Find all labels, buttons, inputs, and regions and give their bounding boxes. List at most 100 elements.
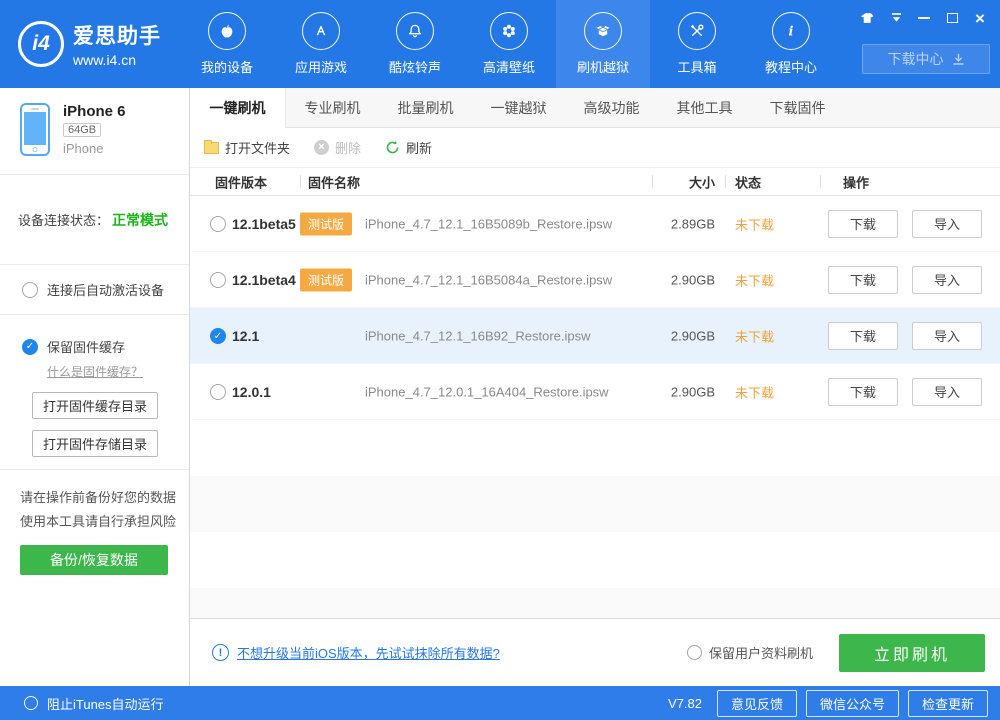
delete-button[interactable]: × 删除	[314, 138, 361, 157]
open-storage-dir-button[interactable]: 打开固件存储目录	[32, 430, 158, 457]
nav-label: 工具箱	[677, 57, 716, 76]
app-version: V7.82	[668, 696, 702, 711]
refresh-icon	[385, 140, 400, 155]
open-cache-dir-button[interactable]: 打开固件缓存目录	[32, 392, 158, 419]
firmware-row-selected[interactable]: ✓ 12.1 iPhone_4.7_12.1_16B92_Restore.ips…	[190, 308, 1000, 364]
open-folder-label: 打开文件夹	[225, 138, 290, 157]
tab-bar: 一键刷机 专业刷机 批量刷机 一键越狱 高级功能 其他工具 下载固件	[190, 88, 1000, 128]
tab-advanced[interactable]: 高级功能	[565, 88, 658, 127]
import-button[interactable]: 导入	[912, 266, 982, 294]
flash-action-bar: ! 不想升级当前iOS版本，先试试抹除所有数据? 保留用户资料刷机 立即刷机	[190, 618, 1000, 686]
firmware-name: iPhone_4.7_12.1_16B92_Restore.ipsw	[365, 328, 591, 343]
firmware-row[interactable]: 12.1beta5 测试版 iPhone_4.7_12.1_16B5089b_R…	[190, 196, 1000, 252]
firmware-version: 12.1beta4	[232, 272, 296, 288]
minimize-icon[interactable]	[912, 8, 936, 28]
col-firmware-version: 固件版本	[215, 172, 267, 191]
check-update-button[interactable]: 检查更新	[908, 690, 988, 717]
auto-activate-radio[interactable]	[22, 282, 38, 298]
firmware-row[interactable]: 12.1beta4 测试版 iPhone_4.7_12.1_16B5084a_R…	[190, 252, 1000, 308]
table-header: 固件版本 固件名称 大小 状态 操作	[190, 168, 1000, 196]
col-status: 状态	[735, 172, 761, 191]
tab-other-tools[interactable]: 其他工具	[658, 88, 751, 127]
row-radio[interactable]	[210, 272, 226, 288]
firmware-status: 未下载	[735, 214, 774, 233]
info-exclamation-icon: !	[212, 644, 229, 661]
backup-restore-button[interactable]: 备份/恢复数据	[20, 545, 168, 575]
tab-pro-flash[interactable]: 专业刷机	[286, 88, 379, 127]
wechat-button[interactable]: 微信公众号	[806, 690, 899, 717]
open-folder-button[interactable]: 打开文件夹	[204, 138, 290, 157]
maximize-icon[interactable]	[940, 8, 964, 28]
keep-user-data-label: 保留用户资料刷机	[709, 643, 813, 662]
download-center-button[interactable]: 下载中心	[862, 44, 990, 74]
connection-label: 设备连接状态：	[18, 210, 109, 229]
connection-status-panel: 设备连接状态： 正常模式	[0, 175, 189, 265]
keep-cache-option[interactable]: ✓ 保留固件缓存	[22, 337, 189, 356]
sidebar: iPhone 6 64GB iPhone 设备连接状态： 正常模式 连接后自动激…	[0, 88, 190, 686]
nav-label: 我的设备	[201, 57, 253, 76]
nav-label: 刷机越狱	[577, 57, 629, 76]
nav-item-flash-jailbreak[interactable]: 刷机越狱	[556, 0, 650, 88]
nav-item-ringtones[interactable]: 酷炫铃声	[368, 0, 462, 88]
warning-line-2: 使用本工具请自行承担风险	[20, 510, 189, 534]
firmware-cache-panel: ✓ 保留固件缓存 什么是固件缓存？ 打开固件缓存目录 打开固件存储目录	[0, 315, 189, 470]
tab-batch-flash[interactable]: 批量刷机	[379, 88, 472, 127]
refresh-label: 刷新	[406, 138, 432, 157]
import-button[interactable]: 导入	[912, 210, 982, 238]
info-icon: i	[772, 12, 810, 50]
firmware-version: 12.0.1	[232, 384, 271, 400]
tab-download-firmware[interactable]: 下载固件	[751, 88, 844, 127]
import-button[interactable]: 导入	[912, 378, 982, 406]
flower-icon	[490, 12, 528, 50]
dropdown-icon[interactable]	[884, 8, 908, 28]
firmware-toolbar: 打开文件夹 × 删除 刷新	[190, 128, 1000, 168]
feedback-button[interactable]: 意见反馈	[717, 690, 797, 717]
nav-item-apps-games[interactable]: 应用游戏	[274, 0, 368, 88]
download-button[interactable]: 下载	[828, 210, 898, 238]
nav-item-tutorials[interactable]: i 教程中心	[744, 0, 838, 88]
close-icon[interactable]: ×	[968, 8, 992, 28]
keep-user-data-radio[interactable]	[687, 645, 702, 660]
nav-item-wallpapers[interactable]: 高清壁纸	[462, 0, 556, 88]
nav-label: 酷炫铃声	[389, 57, 441, 76]
row-radio[interactable]	[210, 384, 226, 400]
nav-item-toolbox[interactable]: 工具箱	[650, 0, 744, 88]
nav-item-my-devices[interactable]: 我的设备	[180, 0, 274, 88]
firmware-row[interactable]: 12.0.1 iPhone_4.7_12.0.1_16A404_Restore.…	[190, 364, 1000, 420]
keep-cache-checkbox[interactable]: ✓	[22, 339, 38, 355]
empty-rows-area	[190, 420, 1000, 618]
auto-activate-option[interactable]: 连接后自动激活设备	[0, 265, 189, 315]
cache-help-link[interactable]: 什么是固件缓存？	[47, 363, 143, 380]
nav-label: 高清壁纸	[483, 57, 535, 76]
tab-one-click-jailbreak[interactable]: 一键越狱	[472, 88, 565, 127]
nav-label: 教程中心	[765, 57, 817, 76]
delete-label: 删除	[335, 138, 361, 157]
erase-all-data-link[interactable]: 不想升级当前iOS版本，先试试抹除所有数据?	[237, 643, 500, 662]
firmware-name: iPhone_4.7_12.1_16B5084a_Restore.ipsw	[365, 272, 612, 287]
block-itunes-radio[interactable]	[24, 696, 38, 710]
delete-icon: ×	[314, 140, 329, 155]
col-firmware-name: 固件名称	[308, 172, 360, 191]
refresh-button[interactable]: 刷新	[385, 138, 432, 157]
firmware-size: 2.90GB	[620, 328, 715, 343]
firmware-status: 未下载	[735, 326, 774, 345]
row-radio[interactable]	[210, 216, 226, 232]
app-header: i4 爱思助手 www.i4.cn 我的设备	[0, 0, 1000, 88]
flash-now-button[interactable]: 立即刷机	[839, 634, 985, 672]
row-radio-checked[interactable]: ✓	[210, 328, 226, 344]
download-button[interactable]: 下载	[828, 266, 898, 294]
firmware-status: 未下载	[735, 270, 774, 289]
skin-icon[interactable]	[856, 8, 880, 28]
device-name: iPhone 6	[63, 103, 126, 120]
firmware-name: iPhone_4.7_12.1_16B5089b_Restore.ipsw	[365, 216, 612, 231]
keep-user-data-option[interactable]: 保留用户资料刷机	[687, 643, 813, 662]
status-bar: 阻止iTunes自动运行 V7.82 意见反馈 微信公众号 检查更新	[0, 686, 1000, 720]
download-button[interactable]: 下载	[828, 378, 898, 406]
import-button[interactable]: 导入	[912, 322, 982, 350]
firmware-size: 2.89GB	[620, 216, 715, 231]
open-box-icon	[584, 12, 622, 50]
folder-icon	[204, 142, 219, 154]
logo-i4-icon: i4	[18, 21, 64, 67]
download-button[interactable]: 下载	[828, 322, 898, 350]
tab-one-click-flash[interactable]: 一键刷机	[190, 88, 286, 128]
